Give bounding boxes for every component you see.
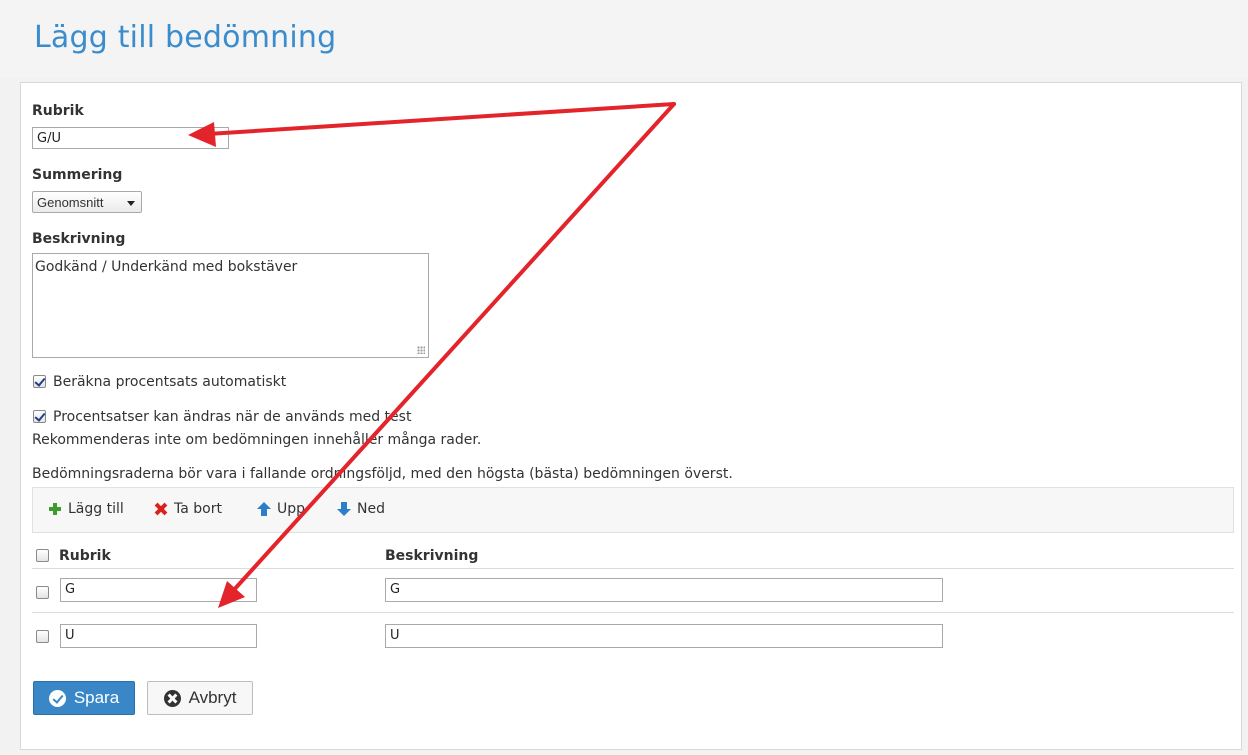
remove-row-label: Ta bort — [174, 501, 222, 517]
auto-percent-checkbox[interactable] — [33, 375, 46, 388]
cancel-button[interactable]: Avbryt — [147, 681, 253, 715]
editable-percent-label: Procentsatser kan ändras när de används … — [53, 409, 412, 425]
summering-label: Summering — [32, 167, 123, 183]
beskrivning-value: Godkänd / Underkänd med bokstäver — [35, 259, 298, 275]
summering-select[interactable]: Genomsnitt — [32, 191, 142, 213]
column-header-rubrik: Rubrik — [59, 548, 111, 564]
move-down-button[interactable]: Ned — [337, 501, 385, 517]
row-rubrik-input[interactable]: U — [60, 624, 257, 648]
row-beskrivning-input[interactable]: G — [385, 578, 943, 602]
rows-hint: Bedömningsraderna bör vara i fallande or… — [32, 466, 733, 482]
plus-icon — [48, 502, 62, 516]
move-up-button[interactable]: Upp — [257, 501, 305, 517]
rubrik-input[interactable]: G/U — [32, 127, 229, 149]
rubrik-label: Rubrik — [32, 103, 84, 119]
beskrivning-textarea[interactable]: Godkänd / Underkänd med bokstäver — [32, 253, 429, 358]
chevron-down-icon — [127, 201, 135, 206]
editable-percent-hint: Rekommenderas inte om bedömningen innehå… — [32, 432, 482, 448]
close-circle-icon — [163, 689, 181, 707]
arrow-up-icon — [257, 502, 271, 516]
table-divider — [32, 568, 1234, 569]
arrow-down-icon — [337, 502, 351, 516]
page-title: Lägg till bedömning — [34, 20, 337, 55]
check-circle-icon — [48, 689, 66, 707]
move-down-label: Ned — [357, 501, 385, 517]
editable-percent-checkbox[interactable] — [33, 410, 46, 423]
rows-toolbar: Lägg till Ta bort Upp Ned — [32, 487, 1234, 533]
beskrivning-label: Beskrivning — [32, 231, 126, 247]
close-icon — [154, 502, 168, 516]
add-row-button[interactable]: Lägg till — [48, 501, 124, 517]
row-checkbox[interactable] — [36, 586, 49, 599]
add-row-label: Lägg till — [68, 501, 124, 517]
resize-grip-icon[interactable] — [417, 346, 425, 354]
add-assessment-form: Rubrik G/U Summering Genomsnitt Beskrivn… — [20, 82, 1242, 750]
table-divider — [32, 612, 1234, 613]
page-header: Lägg till bedömning — [0, 0, 1248, 78]
save-button[interactable]: Spara — [33, 681, 135, 715]
row-beskrivning-input[interactable]: U — [385, 624, 943, 648]
column-header-beskrivning: Beskrivning — [385, 548, 479, 564]
cancel-label: Avbryt — [188, 688, 237, 707]
row-checkbox[interactable] — [36, 630, 49, 643]
row-rubrik-input[interactable]: G — [60, 578, 257, 602]
summering-selected-value: Genomsnitt — [37, 195, 104, 210]
remove-row-button[interactable]: Ta bort — [154, 501, 222, 517]
select-all-checkbox[interactable] — [36, 549, 49, 562]
save-label: Spara — [73, 688, 120, 707]
move-up-label: Upp — [277, 501, 306, 517]
auto-percent-label: Beräkna procentsats automatiskt — [53, 374, 287, 390]
